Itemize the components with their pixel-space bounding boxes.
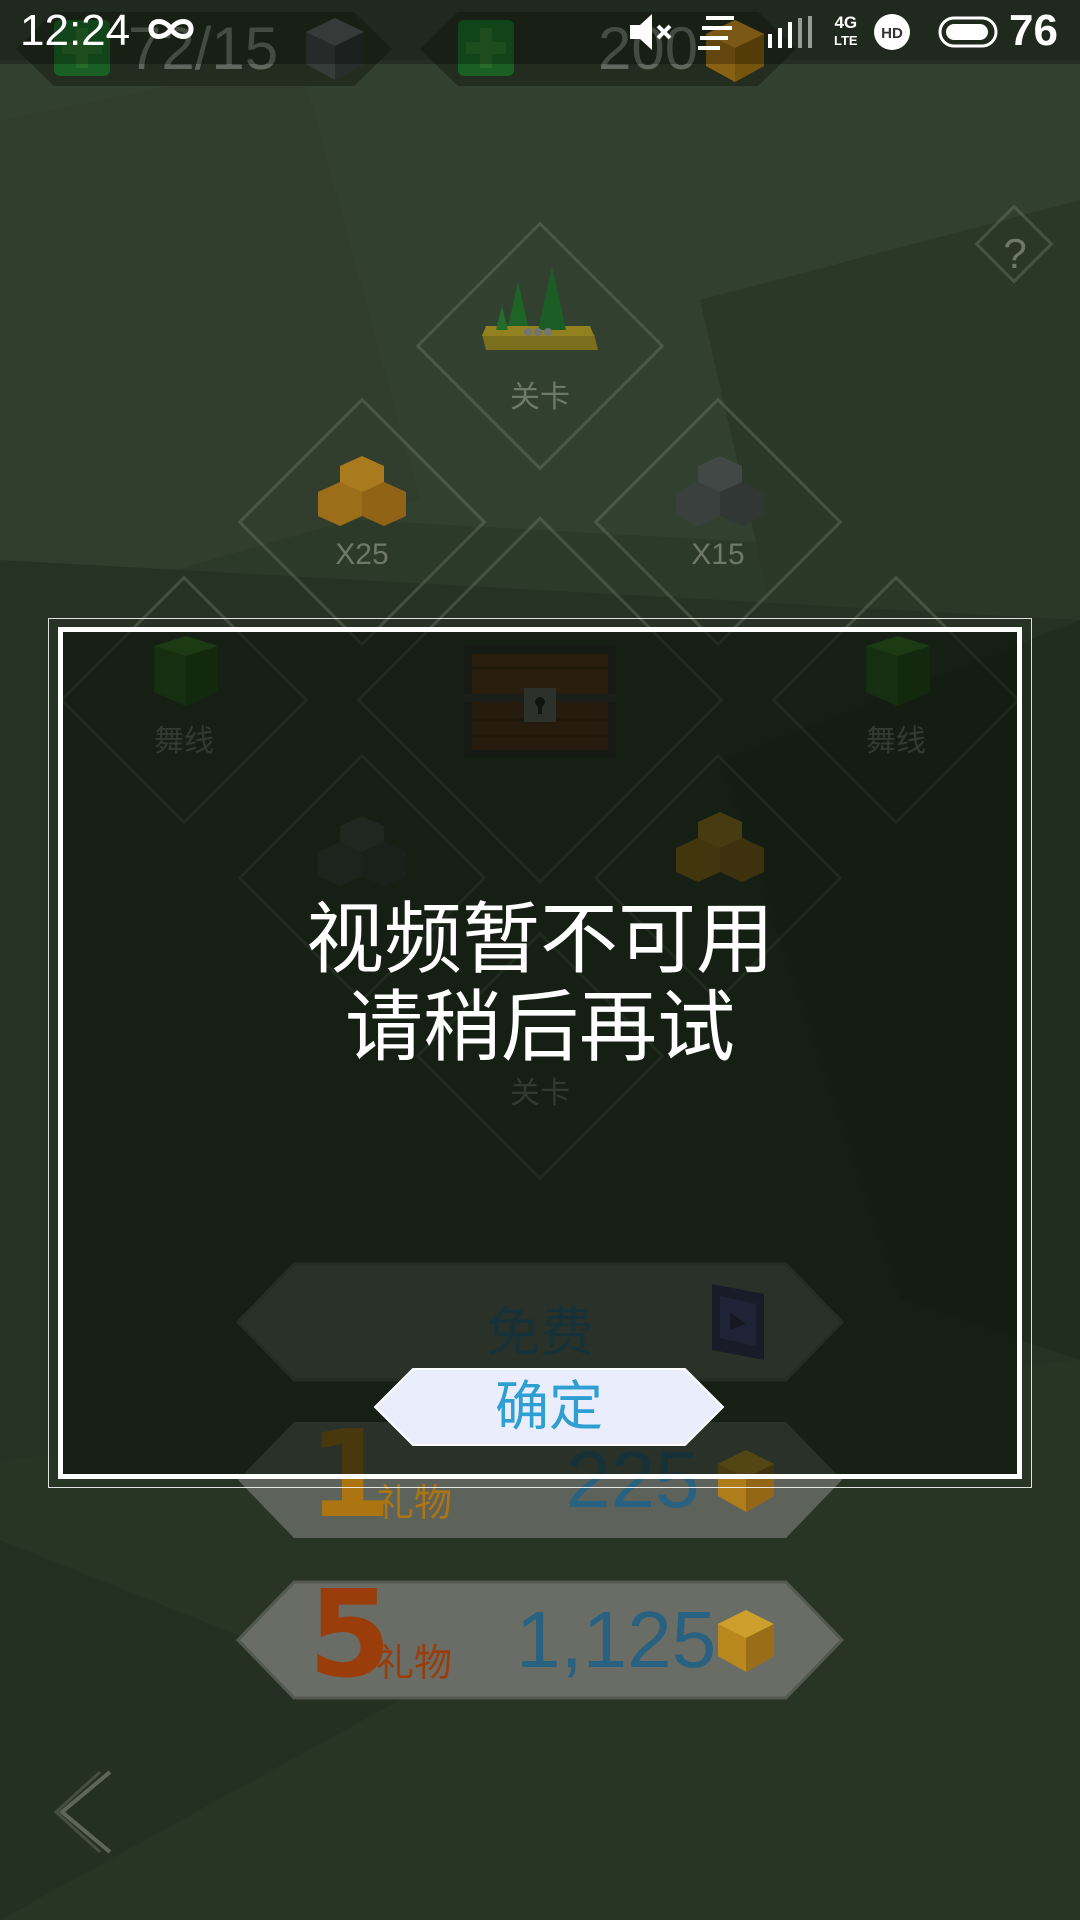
dialog-message-line-2: 请稍后再试 bbox=[344, 983, 735, 1073]
game-screen: 72/15 200 ? 关卡 X25 X15 礼物 225 5 礼物 1,125… bbox=[0, 0, 1080, 1920]
hd-icon: HD bbox=[874, 14, 910, 50]
mute-icon bbox=[630, 14, 672, 50]
ok-button[interactable]: 确定 bbox=[373, 1367, 725, 1447]
video-unavailable-dialog: 视频暂不可用 请稍后再试 确定 bbox=[58, 627, 1022, 1479]
battery-icon bbox=[938, 16, 998, 48]
status-bar: 12:24 4G LTE HD 76 bbox=[0, 0, 1080, 64]
infinity-icon bbox=[148, 19, 194, 39]
status-time: 12:24 bbox=[20, 6, 131, 55]
dialog-message: 视频暂不可用 请稍后再试 bbox=[63, 896, 1017, 1072]
network-sub-label: LTE bbox=[834, 33, 858, 48]
ok-label: 确定 bbox=[495, 1375, 603, 1438]
battery-level: 76 bbox=[1009, 6, 1058, 55]
svg-text:HD: HD bbox=[881, 25, 903, 42]
network-type: 4G LTE bbox=[834, 14, 858, 50]
dialog-message-line-1: 视频暂不可用 bbox=[305, 895, 774, 985]
signal-icon bbox=[768, 16, 812, 48]
network-label: 4G bbox=[834, 13, 858, 32]
menu-lines-icon bbox=[698, 16, 734, 50]
